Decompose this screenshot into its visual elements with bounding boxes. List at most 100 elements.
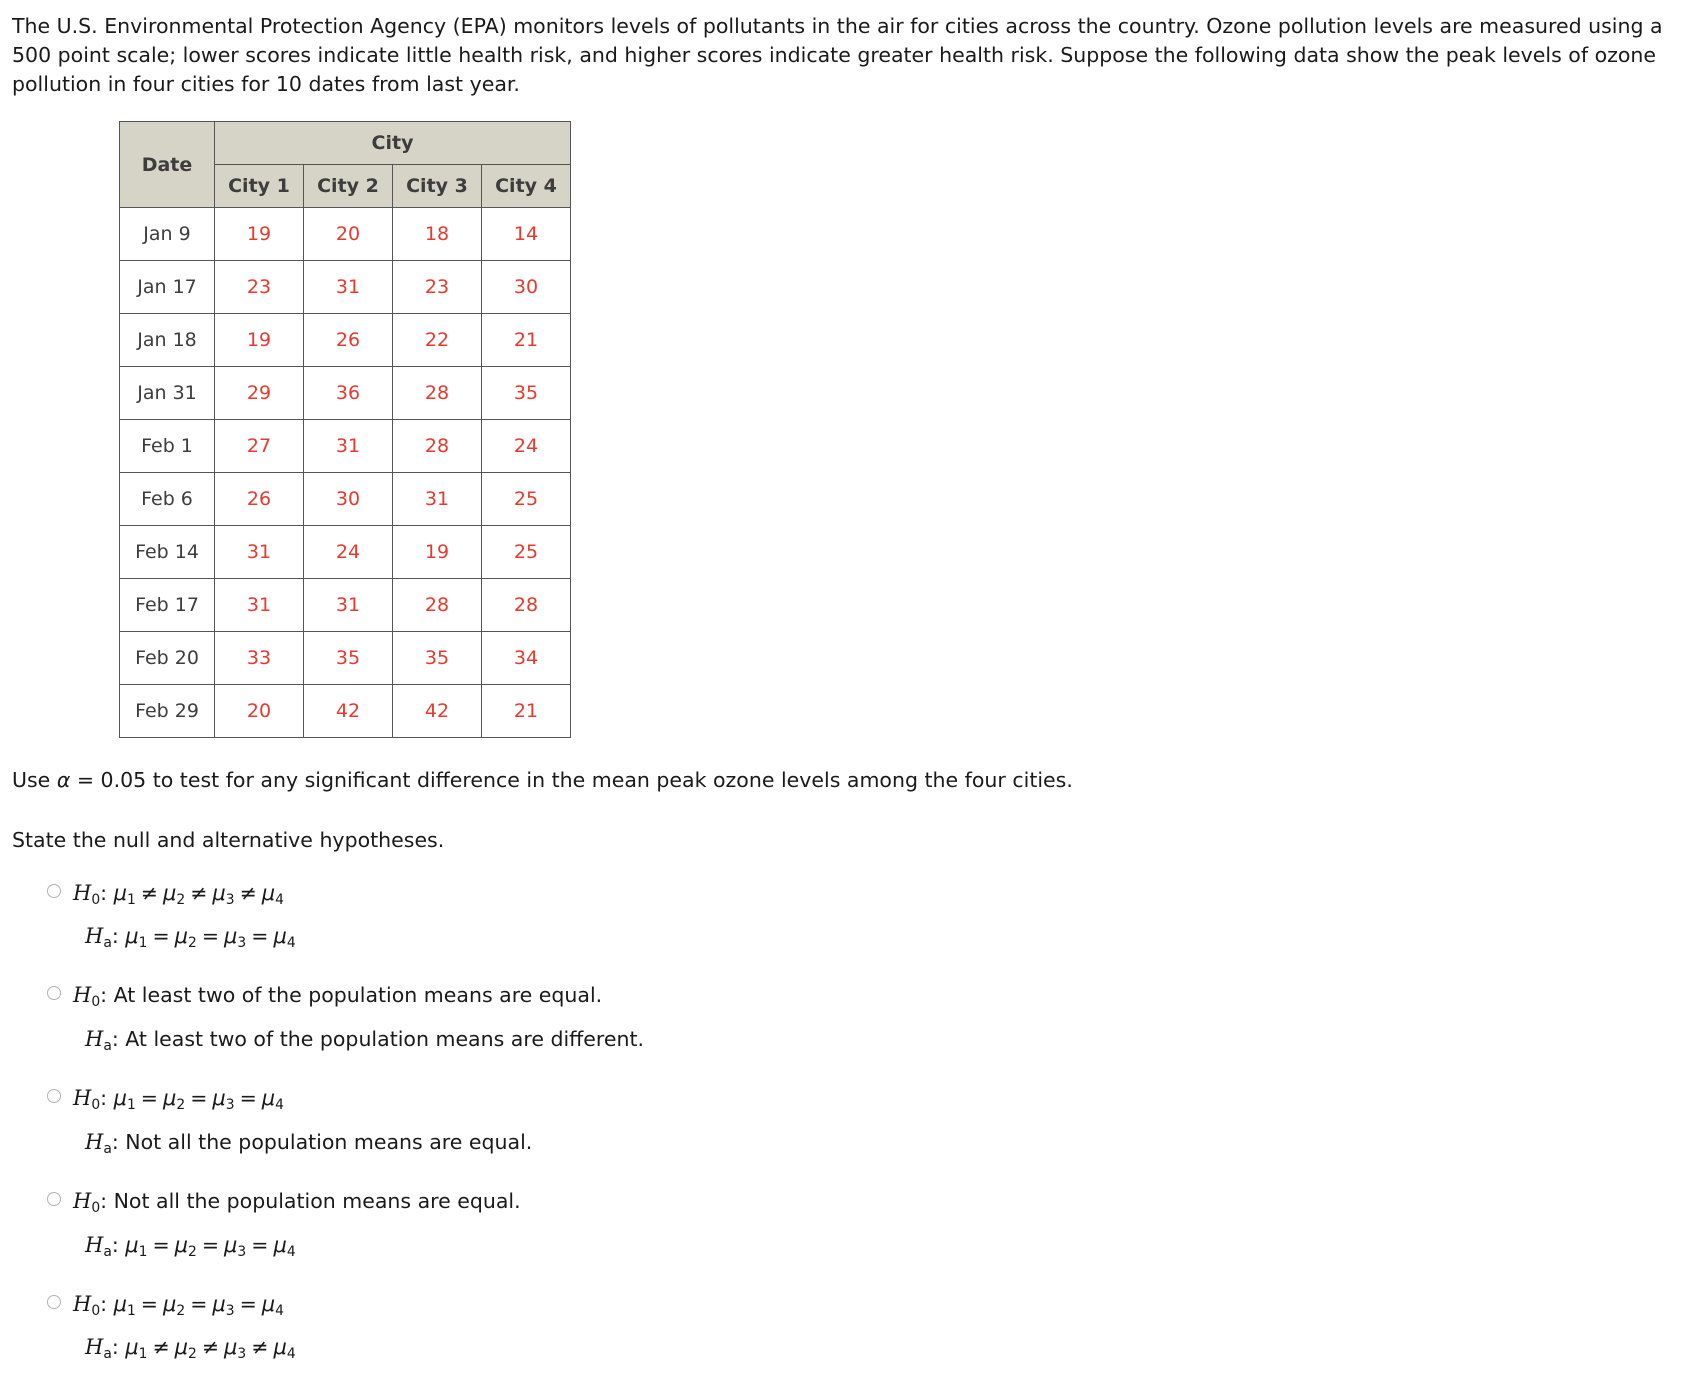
hypothesis-option-4[interactable]: H0: Not all the population means are equ… — [12, 1183, 1676, 1271]
hypothesis-alt-label: Ha — [85, 1130, 112, 1154]
math-operator: = — [185, 1292, 212, 1316]
math-operator: = — [136, 1292, 163, 1316]
cell-city-4-value: 25 — [482, 526, 571, 579]
ozone-data-table: Date City City 1 City 2 City 3 City 4 Ja… — [119, 121, 571, 738]
mu-symbol: μ2 — [163, 881, 185, 905]
header-city-2: City 2 — [304, 165, 393, 208]
table-row: Feb 1431241925 — [120, 526, 571, 579]
math-operator: ≠ — [235, 881, 262, 905]
table-row: Feb 1731312828 — [120, 579, 571, 632]
mu-symbol: μ3 — [212, 1086, 234, 1110]
alternative-hypothesis-line: Ha: μ1=μ2=μ3=μ4 — [85, 918, 296, 962]
hypothesis-alt-label: Ha — [85, 1027, 112, 1051]
hypothesis-options-group: H0: μ1≠μ2≠μ3≠μ4Ha: μ1=μ2=μ3=μ4H0: At lea… — [12, 875, 1676, 1373]
mu-symbol: μ4 — [262, 1086, 284, 1110]
cell-city-1-value: 31 — [215, 526, 304, 579]
hypothesis-null-colon: : — [100, 1086, 113, 1110]
math-operator: ≠ — [147, 1335, 174, 1359]
hypothesis-null-label: H0 — [73, 881, 100, 905]
cell-city-3-value: 35 — [393, 632, 482, 685]
table-header: Date City City 1 City 2 City 3 City 4 — [120, 122, 571, 208]
radio-button-option-5[interactable] — [47, 1295, 61, 1309]
header-city-1: City 1 — [215, 165, 304, 208]
math-operator: = — [197, 1233, 224, 1257]
hypothesis-option-1[interactable]: H0: μ1≠μ2≠μ3≠μ4Ha: μ1=μ2=μ3=μ4 — [12, 875, 1676, 963]
cell-city-2-value: 35 — [304, 632, 393, 685]
hypothesis-option-2[interactable]: H0: At least two of the population means… — [12, 977, 1676, 1065]
cell-city-1-value: 33 — [215, 632, 304, 685]
option-label-option-5[interactable]: H0: μ1=μ2=μ3=μ4Ha: μ1≠μ2≠μ3≠μ4 — [73, 1286, 296, 1373]
alpha-symbol: α — [57, 768, 71, 792]
mu-symbol: μ4 — [273, 1233, 295, 1257]
table-row: Feb 2920424221 — [120, 685, 571, 738]
cell-city-4-value: 14 — [482, 208, 571, 261]
cell-city-2-value: 36 — [304, 367, 393, 420]
math-operator: = — [185, 1086, 212, 1110]
math-operator: = — [147, 924, 174, 948]
table-row: Jan 1723312330 — [120, 261, 571, 314]
mu-symbol: μ2 — [175, 924, 197, 948]
state-hypotheses-instruction: State the null and alternative hypothese… — [12, 826, 1676, 854]
radio-button-option-2[interactable] — [47, 986, 61, 1000]
option-label-option-3[interactable]: H0: μ1=μ2=μ3=μ4Ha: Not all the populatio… — [73, 1080, 532, 1168]
header-city-4: City 4 — [482, 165, 571, 208]
cell-date: Jan 9 — [120, 208, 215, 261]
mu-symbol: μ1 — [114, 1086, 136, 1110]
alternative-hypothesis-line: Ha: μ1=μ2=μ3=μ4 — [85, 1227, 521, 1271]
radio-button-option-1[interactable] — [47, 884, 61, 898]
cell-city-1-value: 27 — [215, 420, 304, 473]
mu-symbol: μ4 — [273, 1335, 295, 1359]
header-row-top: Date City — [120, 122, 571, 165]
radio-button-option-3[interactable] — [47, 1089, 61, 1103]
math-operator: = — [246, 1233, 273, 1257]
hypothesis-null-label: H0 — [73, 1189, 100, 1213]
cell-city-2-value: 42 — [304, 685, 393, 738]
table-row: Feb 626303125 — [120, 473, 571, 526]
mu-symbol: μ2 — [163, 1086, 185, 1110]
table-row: Feb 2033353534 — [120, 632, 571, 685]
cell-city-3-value: 31 — [393, 473, 482, 526]
mu-symbol: μ1 — [125, 1233, 147, 1257]
mu-symbol: μ1 — [125, 1335, 147, 1359]
cell-city-2-value: 24 — [304, 526, 393, 579]
null-hypothesis-line: H0: At least two of the population means… — [73, 977, 644, 1021]
mu-symbol: μ2 — [175, 1335, 197, 1359]
cell-city-2-value: 26 — [304, 314, 393, 367]
cell-city-2-value: 31 — [304, 261, 393, 314]
math-operator: = — [235, 1086, 262, 1110]
cell-city-2-value: 30 — [304, 473, 393, 526]
cell-city-3-value: 42 — [393, 685, 482, 738]
cell-city-3-value: 28 — [393, 579, 482, 632]
mu-symbol: μ4 — [273, 924, 295, 948]
hypothesis-null-label: H0 — [73, 1292, 100, 1316]
option-label-option-4[interactable]: H0: Not all the population means are equ… — [73, 1183, 521, 1271]
alternative-hypothesis-line: Ha: Not all the population means are equ… — [85, 1124, 532, 1168]
cell-city-3-value: 23 — [393, 261, 482, 314]
option-label-option-1[interactable]: H0: μ1≠μ2≠μ3≠μ4Ha: μ1=μ2=μ3=μ4 — [73, 875, 296, 963]
cell-city-4-value: 25 — [482, 473, 571, 526]
radio-button-option-4[interactable] — [47, 1192, 61, 1206]
hypothesis-option-5[interactable]: H0: μ1=μ2=μ3=μ4Ha: μ1≠μ2≠μ3≠μ4 — [12, 1286, 1676, 1373]
cell-date: Feb 1 — [120, 420, 215, 473]
hypothesis-option-3[interactable]: H0: μ1=μ2=μ3=μ4Ha: Not all the populatio… — [12, 1080, 1676, 1168]
option-label-option-2[interactable]: H0: At least two of the population means… — [73, 977, 644, 1065]
hypothesis-null-text: : Not all the population means are equal… — [100, 1189, 520, 1213]
question-page: The U.S. Environmental Protection Agency… — [0, 0, 1688, 1296]
cell-city-3-value: 18 — [393, 208, 482, 261]
hypothesis-alt-colon: : — [112, 1335, 125, 1359]
cell-city-4-value: 21 — [482, 685, 571, 738]
hypothesis-alt-colon: : — [112, 1233, 125, 1257]
table-row: Jan 1819262221 — [120, 314, 571, 367]
cell-date: Feb 20 — [120, 632, 215, 685]
mu-symbol: μ1 — [114, 1292, 136, 1316]
table-body: Jan 9 19 201814Jan 1723312330Jan 181926222… — [120, 208, 571, 738]
hypothesis-alt-text: : At least two of the population means a… — [112, 1027, 644, 1051]
math-operator: = — [147, 1233, 174, 1257]
mu-symbol: μ4 — [262, 881, 284, 905]
cell-city-2-value: 20 — [304, 208, 393, 261]
alternative-hypothesis-line: Ha: At least two of the population means… — [85, 1021, 644, 1065]
cell-city-4-value: 30 — [482, 261, 571, 314]
math-operator: ≠ — [185, 881, 212, 905]
cell-city-3-value: 19 — [393, 526, 482, 579]
header-date: Date — [120, 122, 215, 208]
